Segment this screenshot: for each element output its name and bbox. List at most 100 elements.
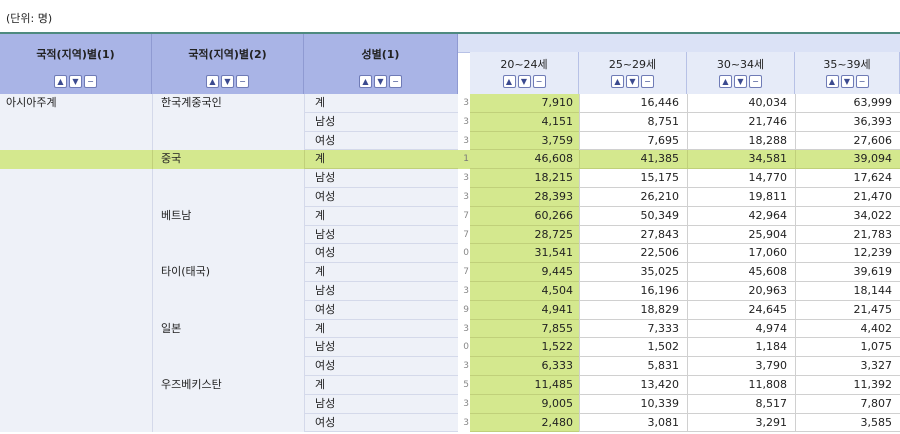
header-gender: 성별(1) ▲ ▼ −	[304, 34, 458, 94]
row-label-region	[0, 376, 152, 395]
caret-up-icon[interactable]: ▲	[719, 74, 732, 88]
table-row: 베트남 계 7 60,266 50,349 42,964 34,022	[0, 206, 900, 226]
hidden-column-fragment: 3	[458, 282, 470, 301]
row-label-region	[0, 169, 152, 188]
hidden-column-fragment: 3	[458, 413, 470, 433]
hidden-column-fragment: 7	[458, 225, 470, 245]
caret-up-icon[interactable]: ▲	[502, 74, 516, 88]
cell-age-35-39: 39,619	[795, 263, 900, 282]
cell-age-20-24: 4,504	[470, 282, 579, 301]
cell-age-30-34: 14,770	[687, 169, 795, 188]
row-label-gender: 남성	[304, 282, 458, 301]
header-nationality-1-title: 국적(지역)별(1)	[36, 48, 115, 61]
table-row: 일본 계 3 7,855 7,333 4,974 4,402	[0, 319, 900, 339]
hidden-column-fragment: 3	[458, 169, 470, 188]
row-label-region	[0, 282, 152, 301]
cell-age-25-29: 27,843	[579, 225, 687, 245]
row-label-gender: 남성	[304, 338, 458, 358]
row-label-country: 일본	[152, 319, 304, 339]
cell-age-20-24: 18,215	[470, 169, 579, 188]
caret-up-icon[interactable]: ▲	[825, 74, 839, 88]
row-label-gender: 계	[304, 94, 458, 113]
caret-down-icon[interactable]: ▼	[221, 74, 234, 88]
hidden-column-fragment: 3	[458, 131, 470, 151]
cell-age-25-29: 15,175	[579, 169, 687, 188]
cell-age-25-29: 3,081	[579, 413, 687, 433]
cell-age-35-39: 63,999	[795, 94, 900, 113]
cell-age-30-34: 20,963	[687, 282, 795, 301]
cell-age-20-24: 28,725	[470, 225, 579, 245]
minus-icon[interactable]: −	[749, 74, 762, 88]
caret-down-icon[interactable]: ▼	[734, 74, 747, 88]
minus-icon[interactable]: −	[236, 74, 249, 88]
row-label-region	[0, 413, 152, 433]
row-label-country: 중국	[152, 150, 304, 170]
cell-age-35-39: 39,094	[795, 150, 900, 170]
header-age-controls: ▲ ▼ −	[470, 74, 578, 90]
cell-age-25-29: 41,385	[579, 150, 687, 170]
caret-down-icon[interactable]: ▼	[840, 74, 854, 88]
caret-up-icon[interactable]: ▲	[206, 74, 219, 88]
caret-down-icon[interactable]: ▼	[517, 74, 531, 88]
row-label-country	[152, 112, 304, 132]
caret-down-icon[interactable]: ▼	[69, 74, 82, 88]
row-label-gender: 여성	[304, 131, 458, 151]
table-row: 남성 3 18,215 15,175 14,770 17,624	[0, 169, 900, 188]
cell-age-30-34: 34,581	[687, 150, 795, 170]
minus-icon[interactable]: −	[855, 74, 869, 88]
cell-age-20-24: 4,941	[470, 300, 579, 320]
row-label-region	[0, 263, 152, 282]
table-row: 타이(태국) 계 7 9,445 35,025 45,608 39,619	[0, 263, 900, 282]
table-row: 남성 7 28,725 27,843 25,904 21,783	[0, 225, 900, 245]
row-label-region	[0, 225, 152, 245]
cell-age-30-34: 8,517	[687, 394, 795, 414]
caret-up-icon[interactable]: ▲	[611, 74, 624, 88]
cell-age-30-34: 4,974	[687, 319, 795, 339]
cell-age-25-29: 16,446	[579, 94, 687, 113]
cell-age-25-29: 8,751	[579, 112, 687, 132]
header-age-25-29: 25~29세 ▲ ▼ −	[579, 52, 687, 94]
cell-age-35-39: 21,475	[795, 300, 900, 320]
header-age-controls: ▲ ▼ −	[795, 74, 899, 90]
header-age-controls: ▲ ▼ −	[579, 74, 686, 90]
row-label-gender: 남성	[304, 394, 458, 414]
row-label-country	[152, 244, 304, 264]
hidden-column-fragment: 5	[458, 376, 470, 395]
table-row: 우즈베키스탄 계 5 11,485 13,420 11,808 11,392	[0, 376, 900, 395]
caret-down-icon[interactable]: ▼	[626, 74, 639, 88]
minus-icon[interactable]: −	[532, 74, 546, 88]
row-label-gender: 여성	[304, 357, 458, 376]
cell-age-35-39: 11,392	[795, 376, 900, 395]
table-row: 여성 3 28,393 26,210 19,811 21,470	[0, 188, 900, 207]
cell-age-35-39: 18,144	[795, 282, 900, 301]
minus-icon[interactable]: −	[84, 74, 97, 88]
hidden-column-fragment: 1	[458, 150, 470, 170]
row-label-region	[0, 206, 152, 226]
row-label-country	[152, 394, 304, 414]
row-label-country	[152, 338, 304, 358]
cell-age-30-34: 19,811	[687, 188, 795, 207]
cell-age-20-24: 31,541	[470, 244, 579, 264]
cell-age-35-39: 27,606	[795, 131, 900, 151]
cell-age-25-29: 35,025	[579, 263, 687, 282]
header-age-30-34: 30~34세 ▲ ▼ −	[687, 52, 795, 94]
table-row: 아시아주계 한국계중국인 계 3 7,910 16,446 40,034 63,999	[0, 94, 900, 113]
caret-up-icon[interactable]: ▲	[359, 74, 372, 88]
cell-age-25-29: 18,829	[579, 300, 687, 320]
minus-icon[interactable]: −	[641, 74, 654, 88]
cell-age-25-29: 26,210	[579, 188, 687, 207]
unit-bar: (단위: 명)	[0, 0, 900, 34]
row-label-gender: 계	[304, 206, 458, 226]
cell-age-35-39: 3,327	[795, 357, 900, 376]
minus-icon[interactable]: −	[389, 74, 402, 88]
caret-down-icon[interactable]: ▼	[374, 74, 387, 88]
cell-age-25-29: 1,502	[579, 338, 687, 358]
caret-up-icon[interactable]: ▲	[54, 74, 67, 88]
cell-age-20-24: 2,480	[470, 413, 579, 433]
hidden-column-fragment: 7	[458, 263, 470, 282]
row-label-country	[152, 413, 304, 433]
header-nationality-2-title: 국적(지역)별(2)	[188, 48, 267, 61]
row-label-gender: 계	[304, 376, 458, 395]
table-row: 여성 0 31,541 22,506 17,060 12,239	[0, 244, 900, 264]
hidden-column-fragment: 3	[458, 94, 470, 113]
